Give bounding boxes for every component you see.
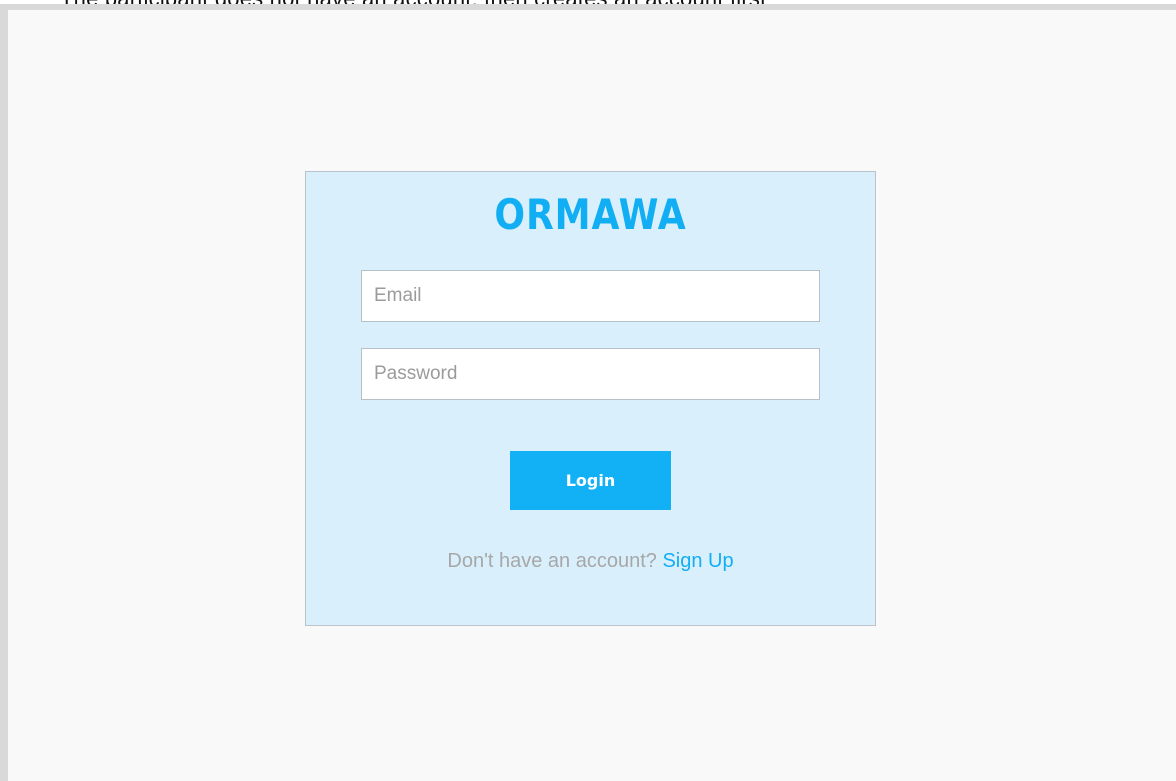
- signup-prompt-line: Don't have an account? Sign Up: [305, 550, 876, 573]
- password-field[interactable]: [361, 348, 820, 400]
- screenshot-page: The participant does not have an account…: [0, 0, 1176, 781]
- signup-prompt-text: Don't have an account?: [447, 550, 657, 572]
- brand-title: ORMAWA: [494, 190, 687, 239]
- signup-link[interactable]: Sign Up: [662, 550, 733, 572]
- login-button[interactable]: Login: [510, 451, 671, 510]
- email-field[interactable]: [361, 270, 820, 322]
